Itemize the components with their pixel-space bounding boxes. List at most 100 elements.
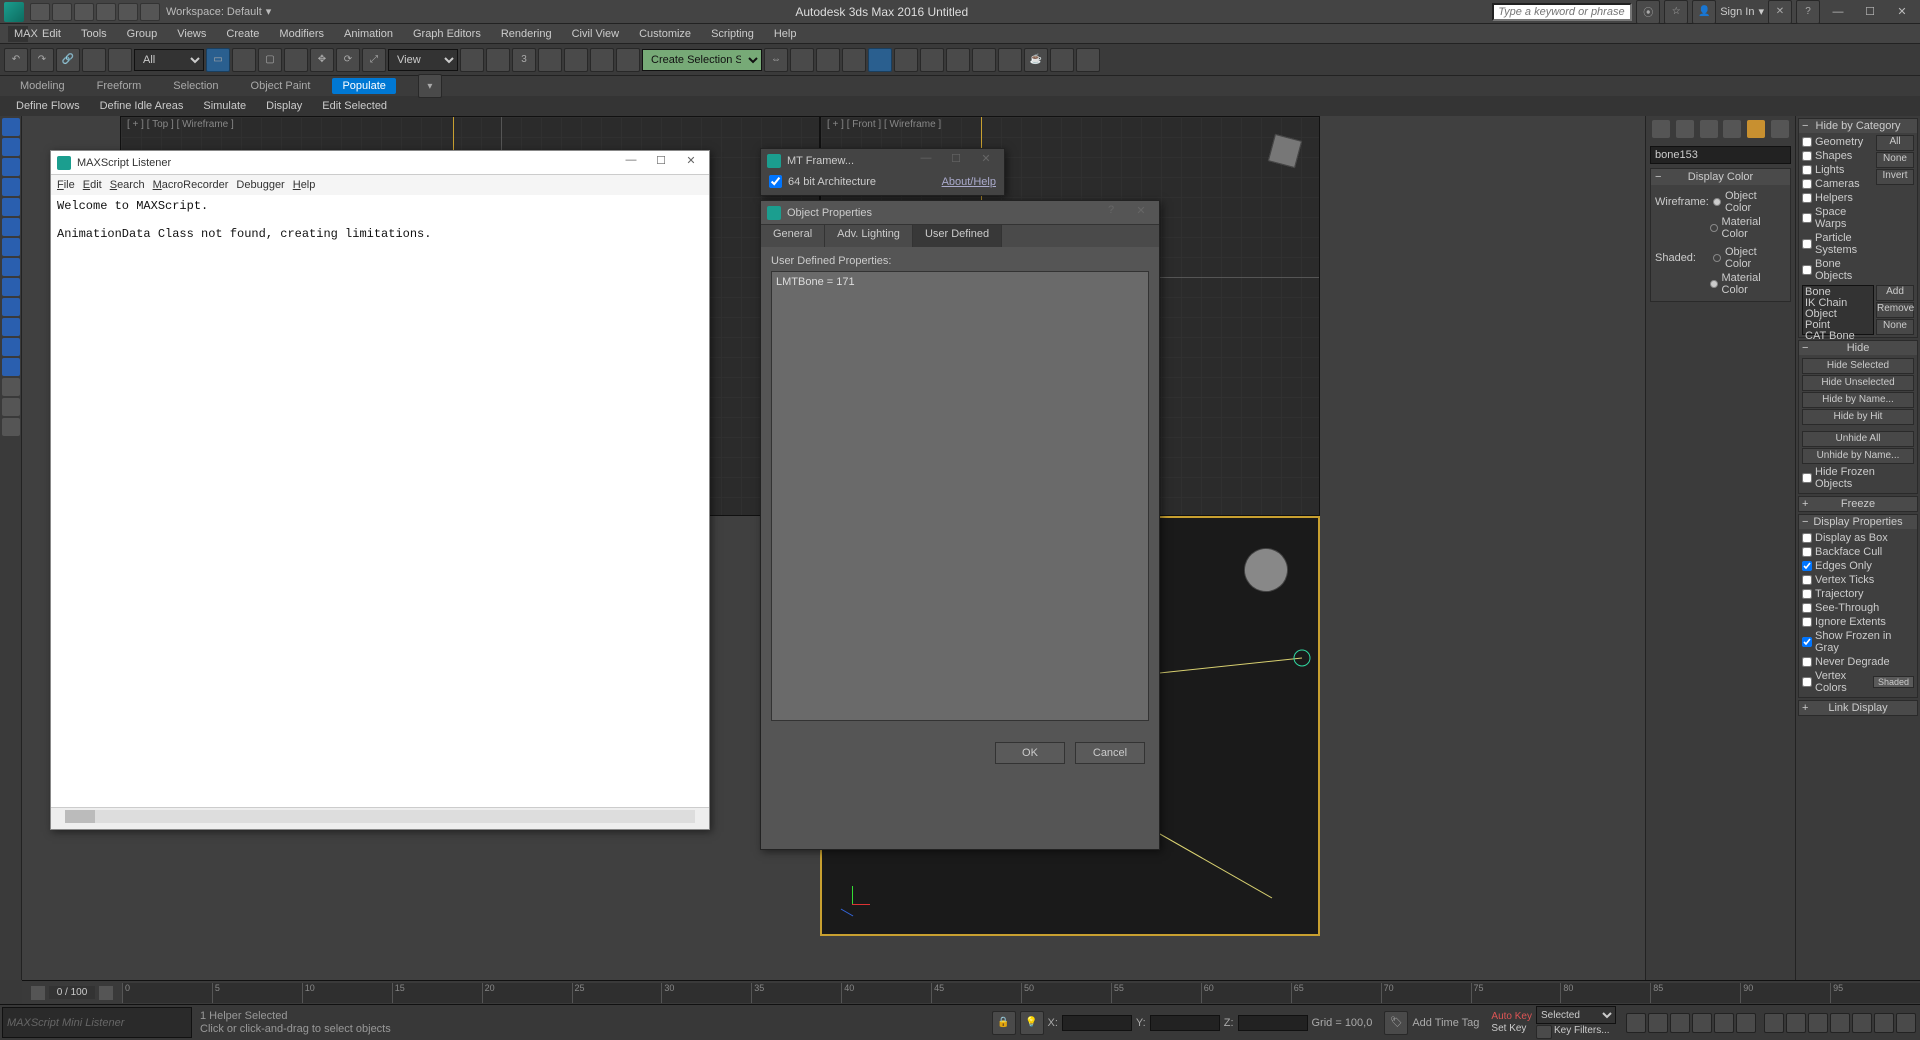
tab-user-defined[interactable]: User Defined [913, 225, 1002, 247]
qat-save-icon[interactable] [74, 3, 94, 21]
tab-adv-lighting[interactable]: Adv. Lighting [825, 225, 913, 247]
ribbon-tab-selection[interactable]: Selection [163, 78, 228, 94]
star-icon[interactable]: ☆ [1664, 0, 1688, 24]
menu-search[interactable]: Search [110, 179, 145, 191]
render-setup-icon[interactable] [972, 48, 996, 72]
x-coord-input[interactable] [1062, 1015, 1132, 1031]
freeze-rollout[interactable]: Freeze [1841, 498, 1875, 510]
utilities-tab-icon[interactable] [1771, 120, 1789, 138]
menu-customize[interactable]: Customize [633, 26, 697, 42]
64bit-checkbox[interactable] [769, 175, 782, 188]
display-properties-rollout[interactable]: Display Properties [1813, 516, 1902, 528]
helpers-checkbox[interactable] [1802, 193, 1812, 203]
hide-selected-button[interactable]: Hide Selected [1802, 358, 1914, 374]
app-logo-icon[interactable] [4, 2, 24, 22]
dp-checkbox[interactable] [1802, 589, 1812, 599]
percent-snap-icon[interactable] [564, 48, 588, 72]
about-help-link[interactable]: About/Help [942, 176, 996, 188]
angle-snap-icon[interactable] [538, 48, 562, 72]
lb-icon[interactable] [2, 118, 20, 136]
isolate-icon[interactable]: 💡 [1020, 1011, 1044, 1035]
ribbon-tab-object-paint[interactable]: Object Paint [241, 78, 321, 94]
layer-explorer-icon[interactable] [842, 48, 866, 72]
minimize-button[interactable]: — [1824, 2, 1852, 22]
shaded-object-color-radio[interactable] [1713, 254, 1721, 262]
zoom-icon[interactable] [1764, 1013, 1784, 1033]
ribbon-tab-modeling[interactable]: Modeling [10, 78, 75, 94]
menu-macrorecorder[interactable]: MacroRecorder [153, 179, 229, 191]
qat-new-icon[interactable] [30, 3, 50, 21]
lb-icon[interactable] [2, 218, 20, 236]
hierarchy-tab-icon[interactable] [1700, 120, 1718, 138]
menu-views[interactable]: Views [171, 26, 212, 42]
hide-by-hit-button[interactable]: Hide by Hit [1802, 409, 1914, 425]
key-icon[interactable] [1536, 1025, 1552, 1039]
frame-indicator[interactable]: 0 / 100 [49, 986, 96, 999]
menu-help[interactable]: Help [768, 26, 803, 42]
comm-center-icon[interactable]: ⦿ [1636, 0, 1660, 24]
material-editor-icon[interactable] [946, 48, 970, 72]
maximize-button[interactable]: ☐ [944, 152, 968, 170]
all-button[interactable]: All [1876, 135, 1914, 151]
dp-checkbox[interactable] [1802, 603, 1812, 613]
next-frame-button[interactable] [99, 986, 113, 1000]
snap-toggle-icon[interactable]: 3 [512, 48, 536, 72]
menu-rendering[interactable]: Rendering [495, 26, 558, 42]
dp-checkbox[interactable] [1802, 547, 1812, 557]
menu-help[interactable]: Help [293, 179, 316, 191]
hide-unselected-button[interactable]: Hide Unselected [1802, 375, 1914, 391]
create-tab-icon[interactable] [1652, 120, 1670, 138]
maximize-viewport-icon[interactable] [1896, 1013, 1916, 1033]
select-by-name-icon[interactable] [232, 48, 256, 72]
space-warps-checkbox[interactable] [1802, 213, 1812, 223]
listener-output[interactable]: Welcome to MAXScript. AnimationData Clas… [51, 195, 709, 807]
menu-file[interactable]: File [57, 179, 75, 191]
dp-checkbox[interactable] [1802, 575, 1812, 585]
manipulate-icon[interactable] [486, 48, 510, 72]
workspace-selector[interactable]: Workspace: Default ▾ [166, 5, 271, 18]
lb-icon[interactable] [2, 378, 20, 396]
align-icon[interactable] [790, 48, 814, 72]
display-tab-icon[interactable] [1747, 120, 1765, 138]
menu-edit[interactable]: Edit [36, 26, 67, 42]
selection-filter-select[interactable]: All [134, 49, 204, 71]
lb-icon[interactable] [2, 298, 20, 316]
panel-define-idle-areas[interactable]: Define Idle Areas [94, 98, 190, 114]
goto-start-icon[interactable] [1626, 1013, 1646, 1033]
none-button[interactable]: None [1876, 319, 1914, 335]
signin-link[interactable]: Sign In [1720, 6, 1754, 18]
dp-checkbox[interactable] [1802, 637, 1812, 647]
menu-modifiers[interactable]: Modifiers [273, 26, 330, 42]
lb-icon[interactable] [2, 158, 20, 176]
time-config-icon[interactable] [1736, 1013, 1756, 1033]
user-icon[interactable]: 👤 [1692, 0, 1716, 24]
shapes-checkbox[interactable] [1802, 151, 1812, 161]
play-icon[interactable] [1670, 1013, 1690, 1033]
lb-icon[interactable] [2, 198, 20, 216]
dp-checkbox[interactable] [1802, 677, 1812, 687]
cancel-button[interactable]: Cancel [1075, 742, 1145, 764]
tab-general[interactable]: General [761, 225, 825, 247]
geometry-checkbox[interactable] [1802, 137, 1812, 147]
hide-rollout[interactable]: Hide [1847, 342, 1870, 354]
key-mode-select[interactable]: Selected [1536, 1006, 1616, 1024]
wireframe-material-color-radio[interactable] [1710, 224, 1718, 232]
zoom-extents-icon[interactable] [1808, 1013, 1828, 1033]
z-coord-input[interactable] [1238, 1015, 1308, 1031]
maximize-button[interactable]: ☐ [649, 154, 673, 172]
viewport-label[interactable]: [ + ] [ Front ] [ Wireframe ] [827, 119, 941, 130]
dp-checkbox[interactable] [1802, 657, 1812, 667]
close-button[interactable]: ✕ [974, 152, 998, 170]
close-button[interactable]: ✕ [1129, 204, 1153, 222]
render-iterative-icon[interactable] [1050, 48, 1074, 72]
render-last-icon[interactable] [1076, 48, 1100, 72]
minimize-button[interactable]: — [619, 154, 643, 172]
lb-icon[interactable] [2, 258, 20, 276]
window-crossing-icon[interactable] [284, 48, 308, 72]
unhide-all-button[interactable]: Unhide All [1802, 431, 1914, 447]
set-key-button[interactable]: Set Key [1491, 1023, 1532, 1034]
menu-debugger[interactable]: Debugger [236, 179, 284, 191]
panel-edit-selected[interactable]: Edit Selected [316, 98, 393, 114]
bone-objects-checkbox[interactable] [1802, 265, 1812, 275]
prev-frame-icon[interactable] [1648, 1013, 1668, 1033]
